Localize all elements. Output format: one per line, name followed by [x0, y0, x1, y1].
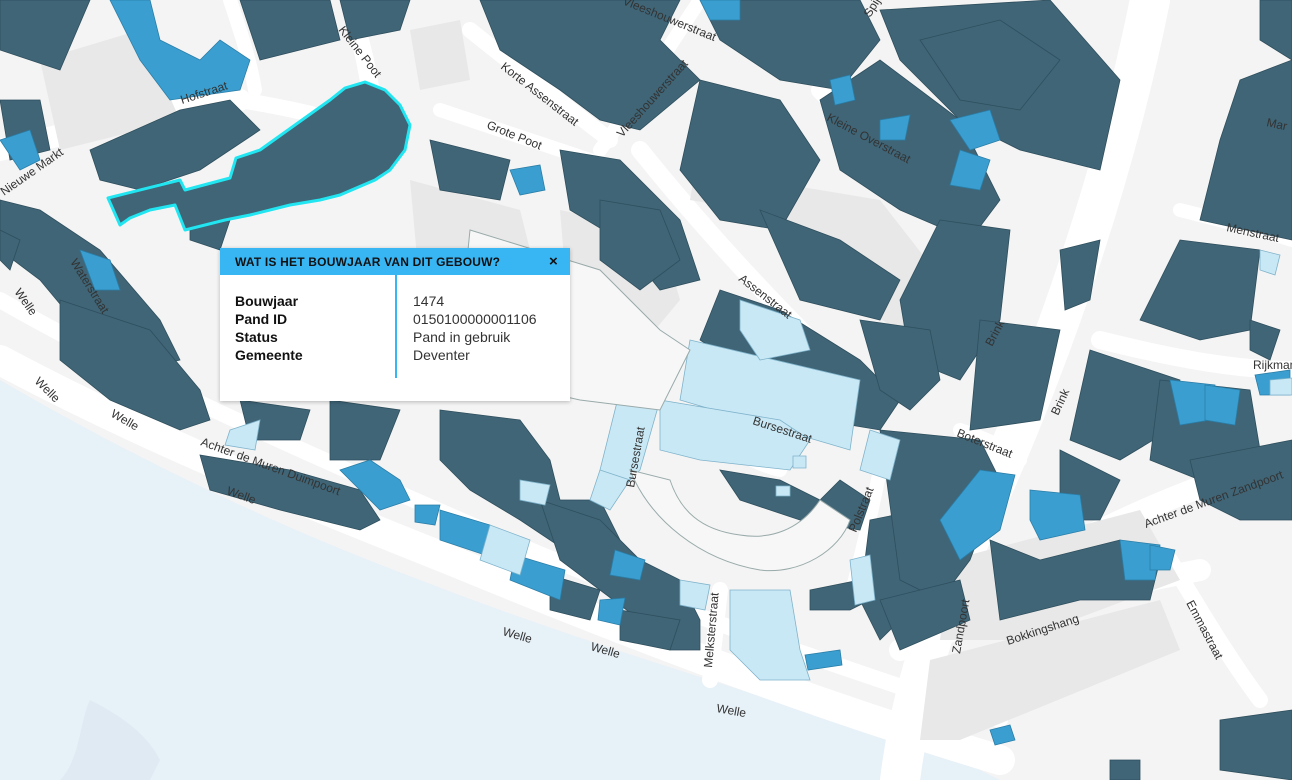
close-icon[interactable]: × [549, 254, 558, 269]
building-info-popup: WAT IS HET BOUWJAAR VAN DIT GEBOUW? × Bo… [220, 248, 570, 401]
field-value-pand-id: 0150100000001106 [413, 311, 537, 327]
field-label-bouwjaar: Bouwjaar [235, 293, 299, 309]
popup-header: WAT IS HET BOUWJAAR VAN DIT GEBOUW? × [220, 248, 570, 275]
popup-body: Bouwjaar Pand ID Status Gemeente 1474 01… [220, 275, 570, 401]
field-label-gemeente: Gemeente [235, 347, 303, 363]
popup-field-values: 1474 0150100000001106 Pand in gebruik De… [397, 275, 537, 401]
map-canvas[interactable]: Hofstraat Nieuwe Markt Kleine Poot Korte… [0, 0, 1292, 780]
street-label: Rijkman [1253, 358, 1292, 372]
field-value-status: Pand in gebruik [413, 329, 511, 345]
field-value-bouwjaar: 1474 [413, 293, 445, 309]
field-label-pand-id: Pand ID [235, 311, 288, 327]
field-label-status: Status [235, 329, 278, 345]
field-value-gemeente: Deventer [413, 347, 470, 363]
popup-title: WAT IS HET BOUWJAAR VAN DIT GEBOUW? [235, 254, 501, 269]
popup-field-labels: Bouwjaar Pand ID Status Gemeente [220, 275, 397, 378]
